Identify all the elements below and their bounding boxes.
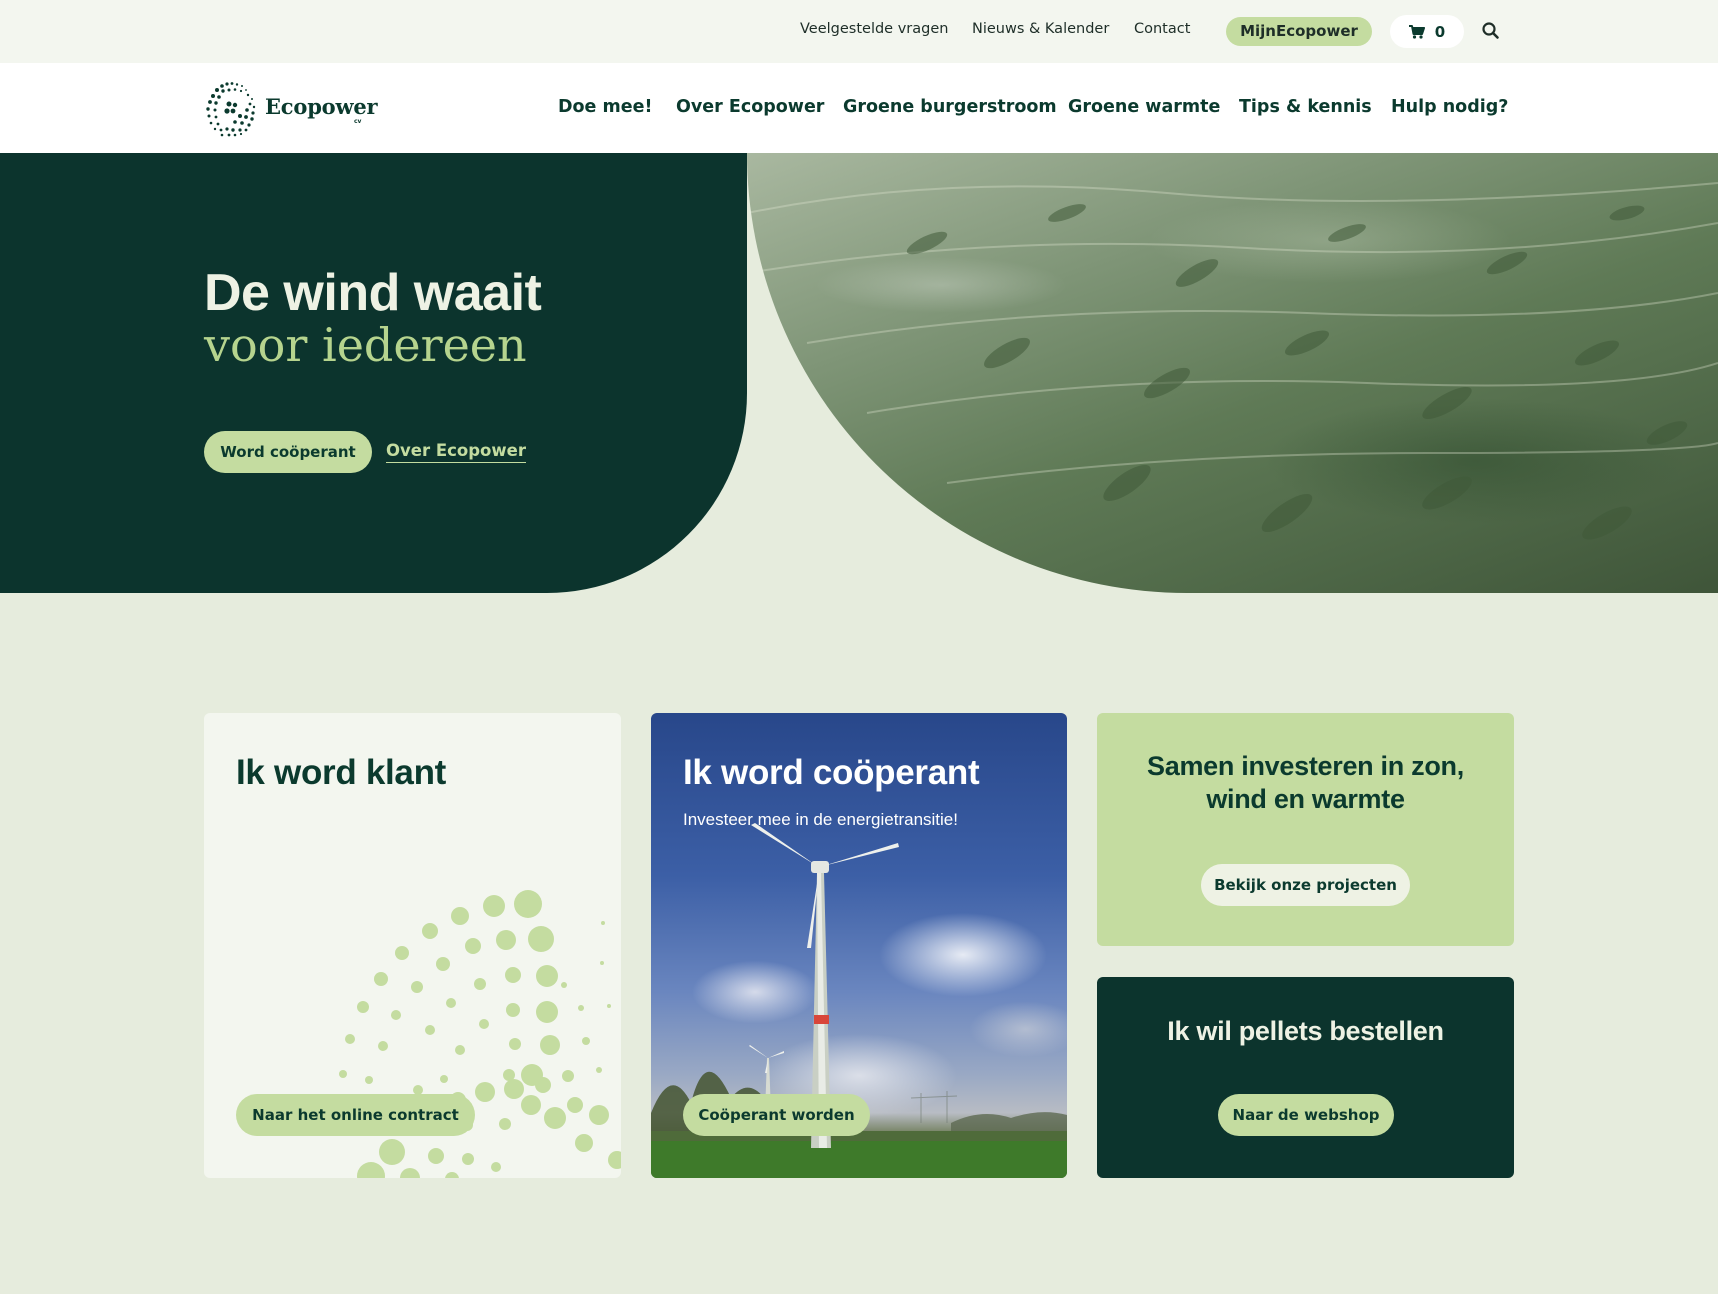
become-cooperant-card-button[interactable]: Coöperant worden bbox=[683, 1094, 870, 1136]
hero-section: De wind waait voor iedereen Word coöpera… bbox=[0, 153, 1718, 593]
view-projects-button[interactable]: Bekijk onze projecten bbox=[1201, 864, 1410, 906]
card-cooperant-title: Ik word coöperant bbox=[683, 753, 980, 792]
utility-bar: Veelgestelde vragen Nieuws & Kalender Co… bbox=[0, 0, 1718, 63]
nav-doe-mee[interactable]: Doe mee! bbox=[558, 97, 652, 117]
nav-hulp-nodig[interactable]: Hulp nodig? bbox=[1391, 97, 1508, 117]
logo-wordmark: Ecopower bbox=[265, 94, 378, 119]
online-contract-button[interactable]: Naar het online contract bbox=[236, 1094, 475, 1136]
hero-subtitle: voor iedereen bbox=[204, 318, 527, 372]
news-calendar-link[interactable]: Nieuws & Kalender bbox=[972, 21, 1109, 37]
become-cooperant-button[interactable]: Word coöperant bbox=[204, 431, 372, 473]
card-invest-projects[interactable]: Samen investeren in zon, wind en warmte … bbox=[1097, 713, 1514, 946]
webshop-button[interactable]: Naar de webshop bbox=[1218, 1094, 1394, 1136]
cart-icon bbox=[1408, 24, 1425, 39]
card-become-customer[interactable]: Ik word klant Naar het online contract bbox=[204, 713, 621, 1178]
nav-over-ecopower[interactable]: Over Ecopower bbox=[676, 97, 824, 117]
cart-button[interactable]: 0 bbox=[1390, 15, 1464, 48]
search-icon[interactable] bbox=[1480, 20, 1502, 42]
card-become-cooperant[interactable]: Ik word coöperant Investeer mee in de en… bbox=[651, 713, 1067, 1178]
my-ecopower-button[interactable]: MijnEcopower bbox=[1226, 17, 1372, 46]
card-pellets-title: Ik wil pellets bestellen bbox=[1167, 1016, 1444, 1046]
cart-count: 0 bbox=[1434, 22, 1446, 41]
nav-tips-kennis[interactable]: Tips & kennis bbox=[1239, 97, 1372, 117]
nav-groene-burgerstroom[interactable]: Groene burgerstroom bbox=[843, 97, 1057, 117]
wheat-texture bbox=[747, 182, 1718, 540]
logo-mark-icon bbox=[206, 82, 256, 137]
card-klant-title: Ik word klant bbox=[236, 753, 447, 792]
card-cooperant-text: Investeer mee in de energietransitie! bbox=[683, 810, 958, 829]
card-invest-title: Samen investeren in zon, wind en warmte bbox=[1147, 751, 1464, 814]
card-order-pellets[interactable]: Ik wil pellets bestellen Naar de webshop bbox=[1097, 977, 1514, 1178]
about-ecopower-link[interactable]: Over Ecopower bbox=[386, 441, 526, 463]
hero-wheat-image bbox=[747, 153, 1718, 593]
contact-link[interactable]: Contact bbox=[1134, 21, 1190, 37]
logo-suffix: cv bbox=[354, 118, 362, 125]
ecopower-logo[interactable]: Ecopower cv bbox=[202, 80, 382, 138]
main-navigation: Ecopower cv Doe mee! Over Ecopower Groen… bbox=[0, 63, 1718, 153]
hero-text-panel: De wind waait voor iedereen Word coöpera… bbox=[0, 153, 747, 593]
hero-title: De wind waait bbox=[204, 264, 542, 322]
nav-groene-warmte[interactable]: Groene warmte bbox=[1068, 97, 1220, 117]
faq-link[interactable]: Veelgestelde vragen bbox=[800, 21, 948, 37]
